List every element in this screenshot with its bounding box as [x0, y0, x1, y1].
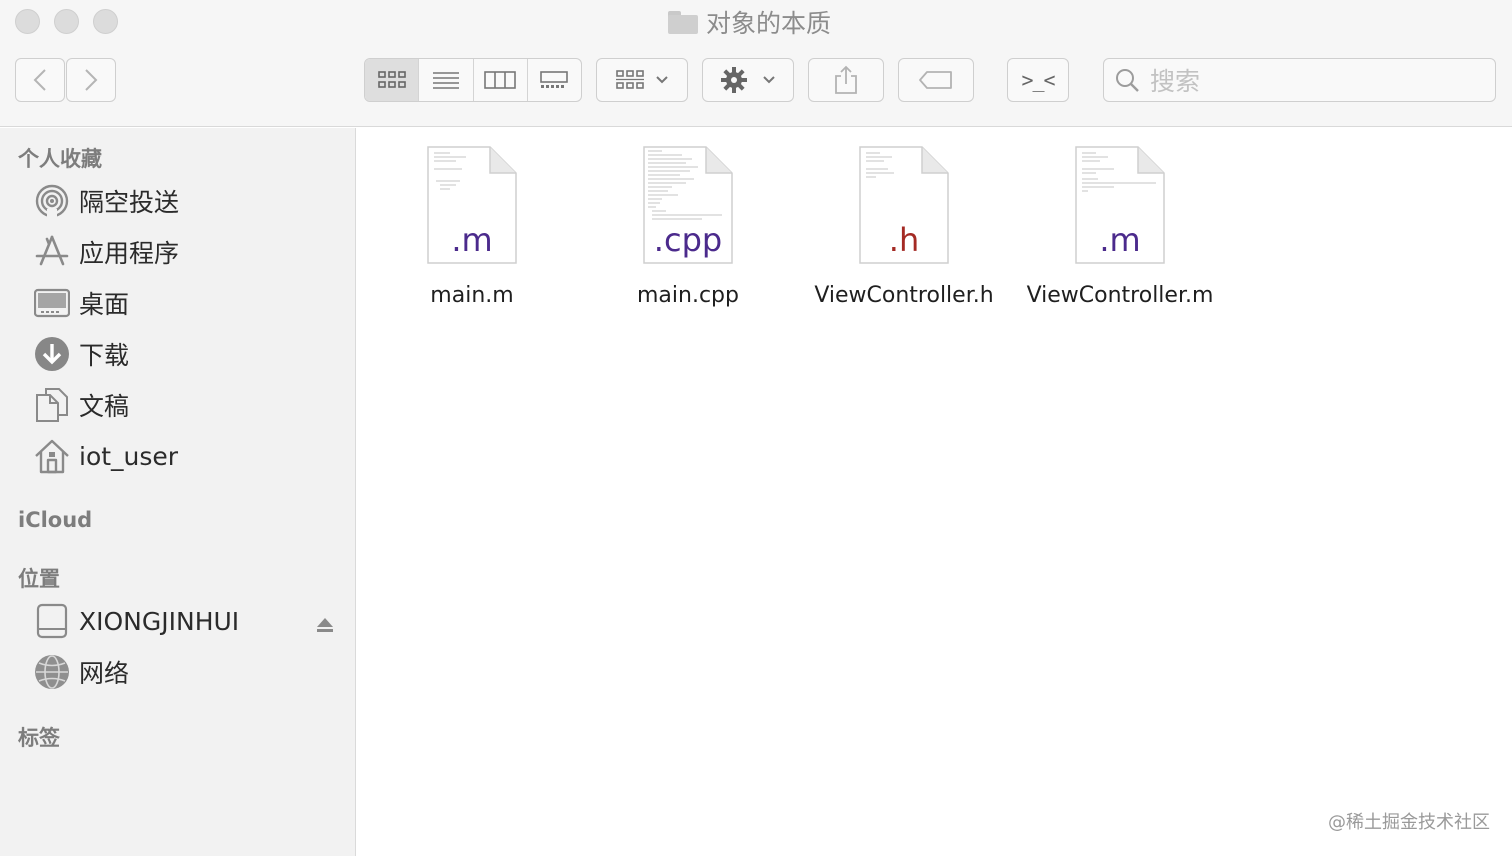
sidebar-item-label: 文稿 [79, 392, 130, 421]
chevron-down-icon [763, 76, 775, 84]
sidebar-item-home[interactable]: iot_user [34, 436, 334, 476]
sidebar-item-desktop[interactable]: 桌面 [34, 283, 334, 323]
sidebar-item-disk[interactable]: XIONGJINHUI [34, 601, 334, 641]
back-button[interactable] [15, 58, 65, 102]
sidebar-item-label: 桌面 [79, 290, 130, 319]
search-placeholder: 搜索 [1150, 67, 1201, 96]
sidebar-item-label: XIONGJINHUI [79, 606, 240, 636]
view-mode-control [364, 58, 582, 102]
sidebar-item-network[interactable]: 网络 [34, 652, 334, 692]
airdrop-icon [34, 183, 70, 219]
sidebar-item-airdrop[interactable]: 隔空投送 [34, 181, 334, 221]
source-file-icon: .m [426, 145, 518, 265]
sidebar: 个人收藏 隔空投送 应用程序 桌面 下载 文稿 iot_user iCloud … [0, 128, 356, 856]
source-file-icon: .cpp [642, 145, 734, 265]
edit-tags-button[interactable] [898, 58, 974, 102]
locations-header[interactable]: 位置 [18, 563, 60, 593]
file-item[interactable]: .m main.m [364, 145, 580, 308]
source-file-icon: .m [1074, 145, 1166, 265]
group-grid-icon [616, 70, 644, 89]
downloads-icon [34, 336, 70, 372]
file-name[interactable]: main.m [364, 283, 580, 308]
header-file-icon: .h [858, 145, 950, 265]
window-title-text: 对象的本质 [706, 9, 832, 38]
favorites-header[interactable]: 个人收藏 [18, 143, 102, 173]
chevron-left-icon [33, 69, 46, 91]
sidebar-item-label: 隔空投送 [79, 188, 180, 217]
disk-icon [34, 603, 70, 639]
sidebar-item-label: 网络 [79, 659, 130, 688]
tags-header[interactable]: 标签 [18, 722, 60, 752]
file-extension-label: .h [888, 221, 920, 259]
list-view-button[interactable] [419, 59, 474, 101]
sidebar-item-applications[interactable]: 应用程序 [34, 232, 334, 272]
file-item[interactable]: .m ViewController.m [1012, 145, 1228, 308]
chevron-right-icon [85, 69, 98, 91]
applications-icon [34, 234, 70, 270]
icon-view-button[interactable] [365, 59, 420, 101]
home-icon [34, 438, 70, 474]
file-name[interactable]: ViewController.m [1012, 283, 1228, 308]
open-terminal-button[interactable]: >_< [1007, 58, 1069, 102]
desktop-icon [34, 285, 70, 321]
icon-grid-icon [377, 71, 406, 88]
file-name[interactable]: ViewController.h [796, 283, 1012, 308]
action-menu-button[interactable] [702, 58, 794, 102]
file-item[interactable]: .h ViewController.h [796, 145, 1012, 308]
forward-button[interactable] [66, 58, 116, 102]
minimize-window-button[interactable] [54, 9, 79, 34]
columns-icon [484, 71, 516, 89]
file-item[interactable]: .cpp main.cpp [580, 145, 796, 308]
sidebar-item-label: 应用程序 [79, 239, 180, 268]
eject-icon[interactable] [316, 611, 334, 640]
sidebar-item-label: 下载 [79, 341, 130, 370]
sidebar-item-downloads[interactable]: 下载 [34, 334, 334, 374]
icloud-header[interactable]: iCloud [18, 508, 92, 532]
close-window-button[interactable] [15, 9, 40, 34]
file-browser: .m main.m .cpp main.cpp .h ViewControlle… [357, 128, 1512, 856]
documents-icon [34, 387, 70, 423]
watermark: @稀土掘金技术社区 [1328, 812, 1490, 833]
file-extension-label: .cpp [653, 221, 723, 259]
share-icon [835, 65, 857, 94]
file-extension-label: .m [451, 221, 493, 259]
group-by-button[interactable] [596, 58, 688, 102]
network-icon [34, 654, 70, 690]
share-button[interactable] [808, 58, 884, 102]
sidebar-item-label: iot_user [79, 441, 179, 471]
sidebar-item-documents[interactable]: 文稿 [34, 385, 334, 425]
folder-icon [668, 10, 698, 34]
chevron-down-icon [656, 76, 668, 84]
file-name[interactable]: main.cpp [580, 283, 796, 308]
search-field[interactable]: 搜索 [1103, 58, 1496, 102]
window-toolbar: 对象的本质 >_< 搜索 [0, 0, 1512, 127]
window-title: 对象的本质 [668, 6, 831, 38]
terminal-icon: >_< [1021, 68, 1055, 92]
tag-icon [919, 71, 952, 89]
gear-icon [721, 67, 747, 93]
gallery-icon [540, 71, 569, 88]
list-icon [432, 72, 459, 89]
column-view-button[interactable] [474, 59, 528, 101]
zoom-window-button[interactable] [93, 9, 118, 34]
file-extension-label: .m [1099, 221, 1141, 259]
gallery-view-button[interactable] [528, 59, 581, 101]
search-icon [1116, 69, 1139, 92]
